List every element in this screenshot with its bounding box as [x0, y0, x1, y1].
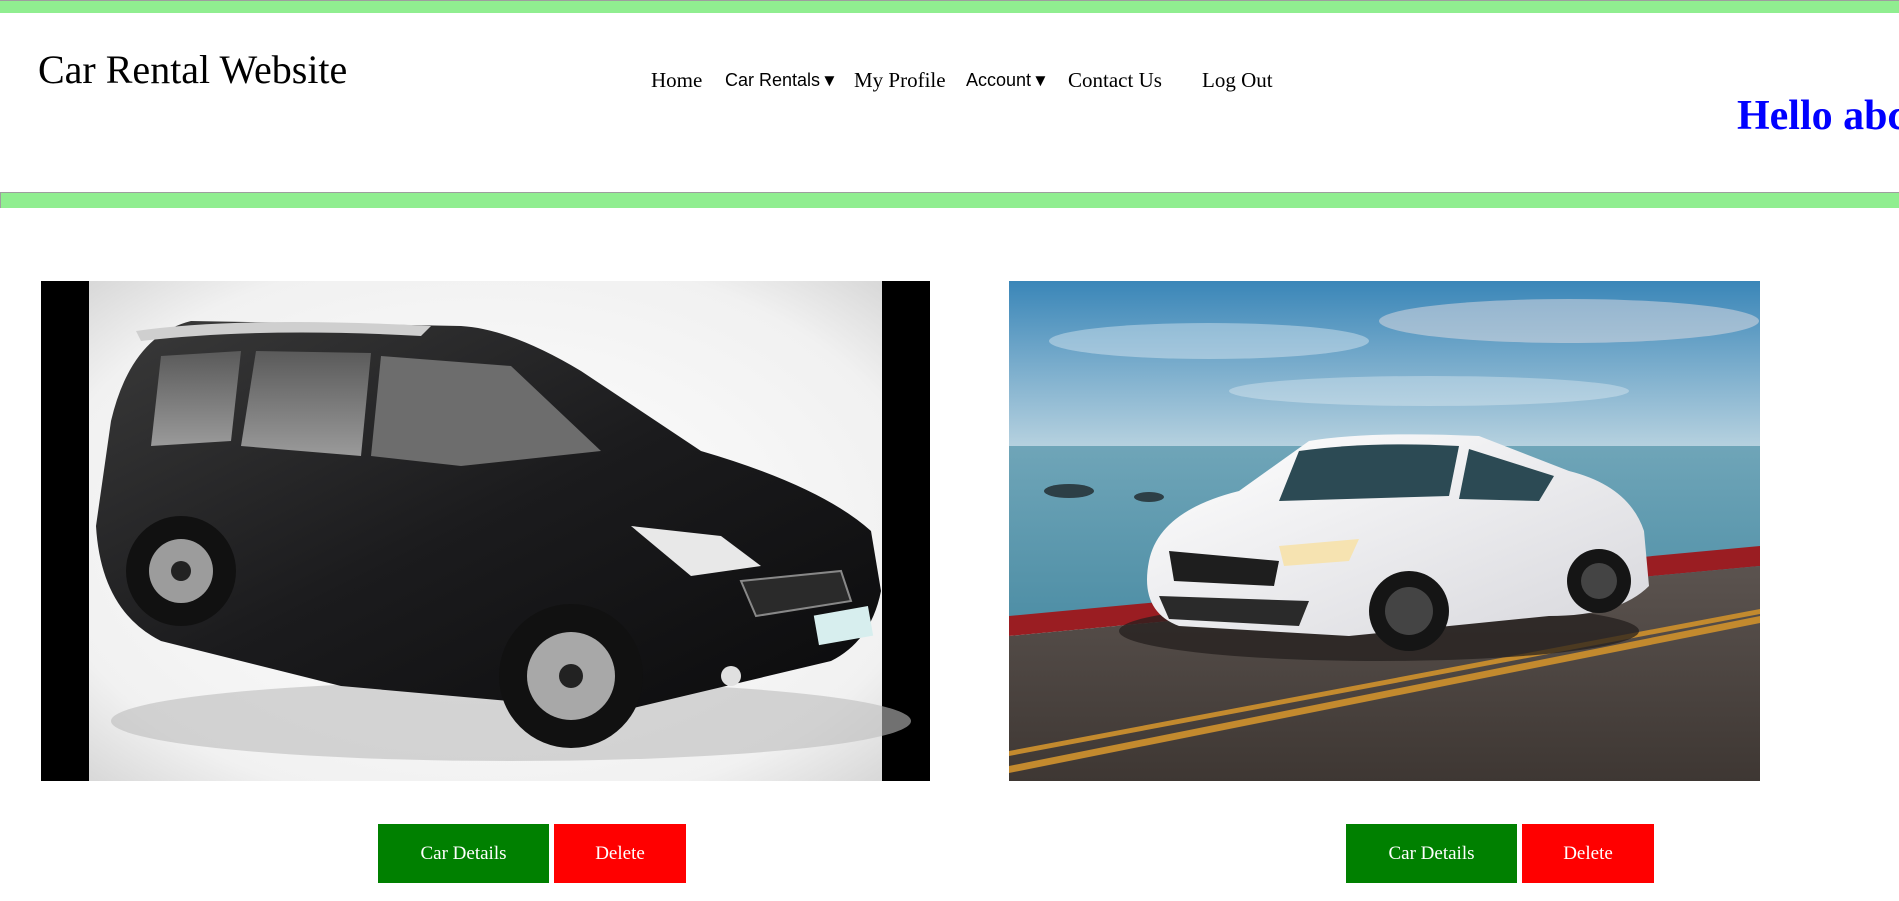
delete-button-1[interactable]: Delete [554, 824, 686, 883]
header-bottom-border [0, 192, 1899, 208]
user-greeting: Hello abc [1737, 93, 1899, 139]
white-sedan-illustration [1009, 281, 1760, 781]
chevron-down-icon: ▼ [821, 71, 838, 90]
nav-car-rentals-label: Car Rentals [725, 70, 821, 90]
nav-contact-us[interactable]: Contact Us [1068, 68, 1162, 93]
nav-home[interactable]: Home [651, 68, 702, 93]
nav-account[interactable]: Account▼ [966, 70, 1049, 91]
black-mpv-illustration [89, 281, 911, 781]
car-photo-1 [41, 281, 930, 781]
nav-log-out[interactable]: Log Out [1202, 68, 1273, 93]
nav-my-profile[interactable]: My Profile [854, 68, 946, 93]
nav-car-rentals[interactable]: Car Rentals▼ [725, 70, 838, 91]
chevron-down-icon: ▼ [1032, 71, 1049, 90]
car-details-button-1[interactable]: Car Details [378, 824, 549, 883]
header-top-border [0, 0, 1899, 13]
car-photo-2 [1009, 281, 1760, 781]
car-details-button-2[interactable]: Car Details [1346, 824, 1517, 883]
site-title: Car Rental Website [38, 47, 348, 92]
delete-button-2[interactable]: Delete [1522, 824, 1654, 883]
nav-account-label: Account [966, 70, 1032, 90]
